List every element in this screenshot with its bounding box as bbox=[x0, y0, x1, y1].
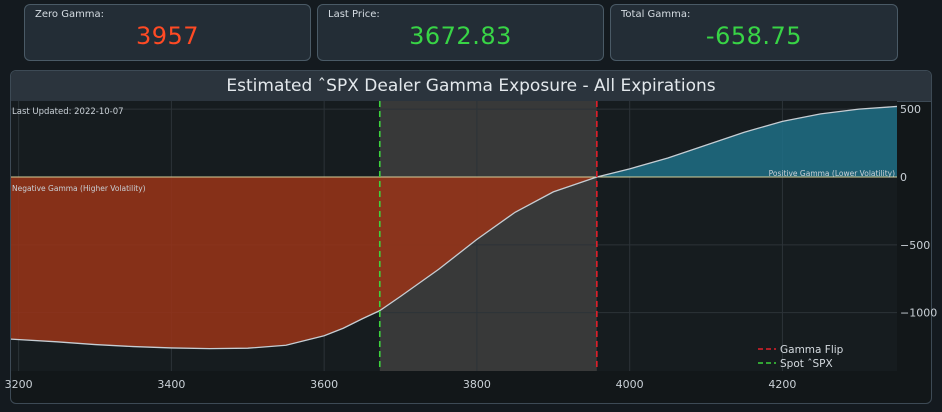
x-tick-label: 3400 bbox=[157, 378, 185, 391]
negative-gamma-annotation: Negative Gamma (Higher Volatility) bbox=[12, 184, 146, 193]
y-tick-label: −1000 bbox=[900, 307, 937, 320]
x-tick-label: 3600 bbox=[310, 378, 338, 391]
gamma-exposure-chart: 500 0 −500 −1000 3200 3400 3600 3800 4000 4200 Las… bbox=[5, 101, 937, 391]
x-tick-label: 4000 bbox=[616, 378, 644, 391]
legend-gamma-flip-label: Gamma Flip bbox=[780, 344, 844, 356]
x-tick-label: 3200 bbox=[5, 378, 33, 391]
y-tick-label: 500 bbox=[900, 103, 921, 116]
legend-spot-label: Spot ˆSPX bbox=[780, 358, 833, 370]
last-updated-annotation: Last Updated: 2022-10-07 bbox=[12, 107, 124, 117]
positive-gamma-annotation: Positive Gamma (Lower Volatility) bbox=[769, 169, 895, 178]
x-tick-label: 3800 bbox=[463, 378, 491, 391]
y-tick-label: 0 bbox=[900, 171, 907, 184]
x-tick-label: 4200 bbox=[768, 378, 796, 391]
y-tick-label: −500 bbox=[900, 239, 930, 252]
